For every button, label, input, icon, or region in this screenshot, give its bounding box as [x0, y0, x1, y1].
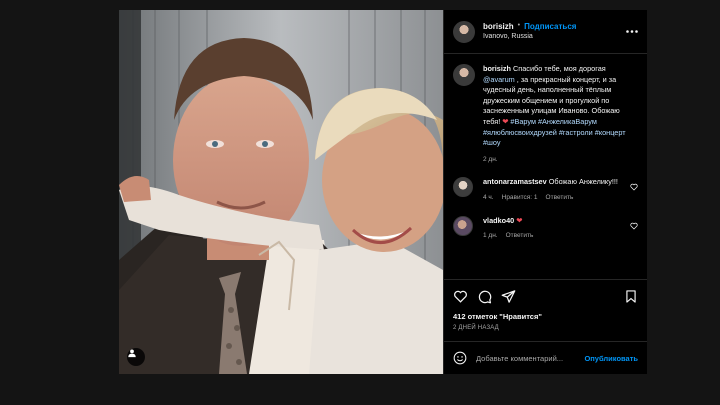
post-photo[interactable] — [119, 10, 443, 374]
comment-item: vladko40 ❤ 1 дн. Ответить — [453, 215, 638, 242]
like-button[interactable] — [453, 289, 468, 304]
heart-outline-icon — [630, 184, 638, 191]
bookmark-icon — [626, 289, 636, 303]
red-heart-emoji: ❤ — [516, 215, 523, 225]
commenter-avatar[interactable] — [453, 215, 473, 236]
comments-area: borisizh Спасибо тебе, моя дорогая @avar… — [444, 54, 647, 279]
save-button[interactable] — [624, 289, 638, 304]
author-avatar[interactable] — [453, 20, 475, 43]
comment-input[interactable]: Добавьте комментарий... — [476, 354, 584, 363]
publish-button[interactable]: Опубликовать — [584, 354, 638, 363]
comment-username[interactable]: vladko40 — [483, 216, 514, 225]
post-sidebar: borisizh • Подписаться Ivanovo, Russia b… — [443, 10, 647, 374]
heart-outline-icon — [630, 222, 638, 230]
reply-button[interactable]: Ответить — [546, 193, 574, 204]
more-horizontal-icon — [626, 30, 638, 33]
comment-username[interactable]: antonarzamastsev — [483, 177, 547, 186]
smiley-icon — [453, 351, 467, 365]
comment-likes[interactable]: Нравится: 1 — [502, 193, 538, 204]
user-icon — [128, 349, 136, 358]
share-button[interactable] — [501, 289, 516, 304]
comment-button[interactable] — [477, 289, 492, 304]
tagged-users-button[interactable] — [127, 348, 145, 366]
caption-mention[interactable]: @avarum — [483, 75, 515, 84]
author-username[interactable]: borisizh — [483, 22, 514, 32]
commenter-avatar[interactable] — [453, 177, 473, 198]
likes-count[interactable]: 412 отметок "Нравится" — [453, 312, 638, 321]
post-location[interactable]: Ivanovo, Russia — [483, 33, 625, 41]
post-header: borisizh • Подписаться Ivanovo, Russia — [444, 10, 647, 54]
post-modal: borisizh • Подписаться Ivanovo, Russia b… — [119, 10, 647, 374]
caption-avatar[interactable] — [453, 64, 475, 86]
follow-button[interactable]: Подписаться — [524, 22, 576, 32]
caption-text: borisizh Спасибо тебе, моя дорогая @avar… — [483, 64, 638, 165]
reply-button[interactable]: Ответить — [506, 231, 534, 242]
post-actions: 412 отметок "Нравится" 2 ДНЕЙ НАЗАД — [444, 279, 647, 341]
post-date: 2 ДНЕЙ НАЗАД — [453, 325, 499, 331]
comment-age: 1 дн. — [483, 232, 498, 240]
more-options-button[interactable] — [625, 25, 639, 39]
comment-like-button[interactable] — [630, 183, 638, 191]
send-icon — [501, 289, 516, 303]
caption-username[interactable]: borisizh — [483, 64, 511, 73]
red-heart-emoji: ❤ — [502, 116, 509, 126]
comment-composer: Добавьте комментарий... Опубликовать — [444, 341, 647, 374]
comment-item: antonarzamastsev Обожаю Анжелику!!! 4 ч.… — [453, 177, 638, 203]
caption-part1: Спасибо тебе, моя дорогая — [510, 64, 606, 73]
comment-like-button[interactable] — [630, 222, 638, 230]
heart-icon — [454, 290, 467, 303]
comment-icon — [478, 290, 492, 303]
emoji-button[interactable] — [453, 351, 467, 365]
caption-age: 2 дн. — [483, 155, 498, 163]
photo-illustration — [119, 10, 443, 374]
comment-age: 4 ч. — [483, 193, 494, 201]
separator-dot: • — [517, 22, 521, 30]
comment-text: Обожаю Анжелику!!! — [548, 177, 618, 187]
caption: borisizh Спасибо тебе, моя дорогая @avar… — [453, 64, 638, 165]
